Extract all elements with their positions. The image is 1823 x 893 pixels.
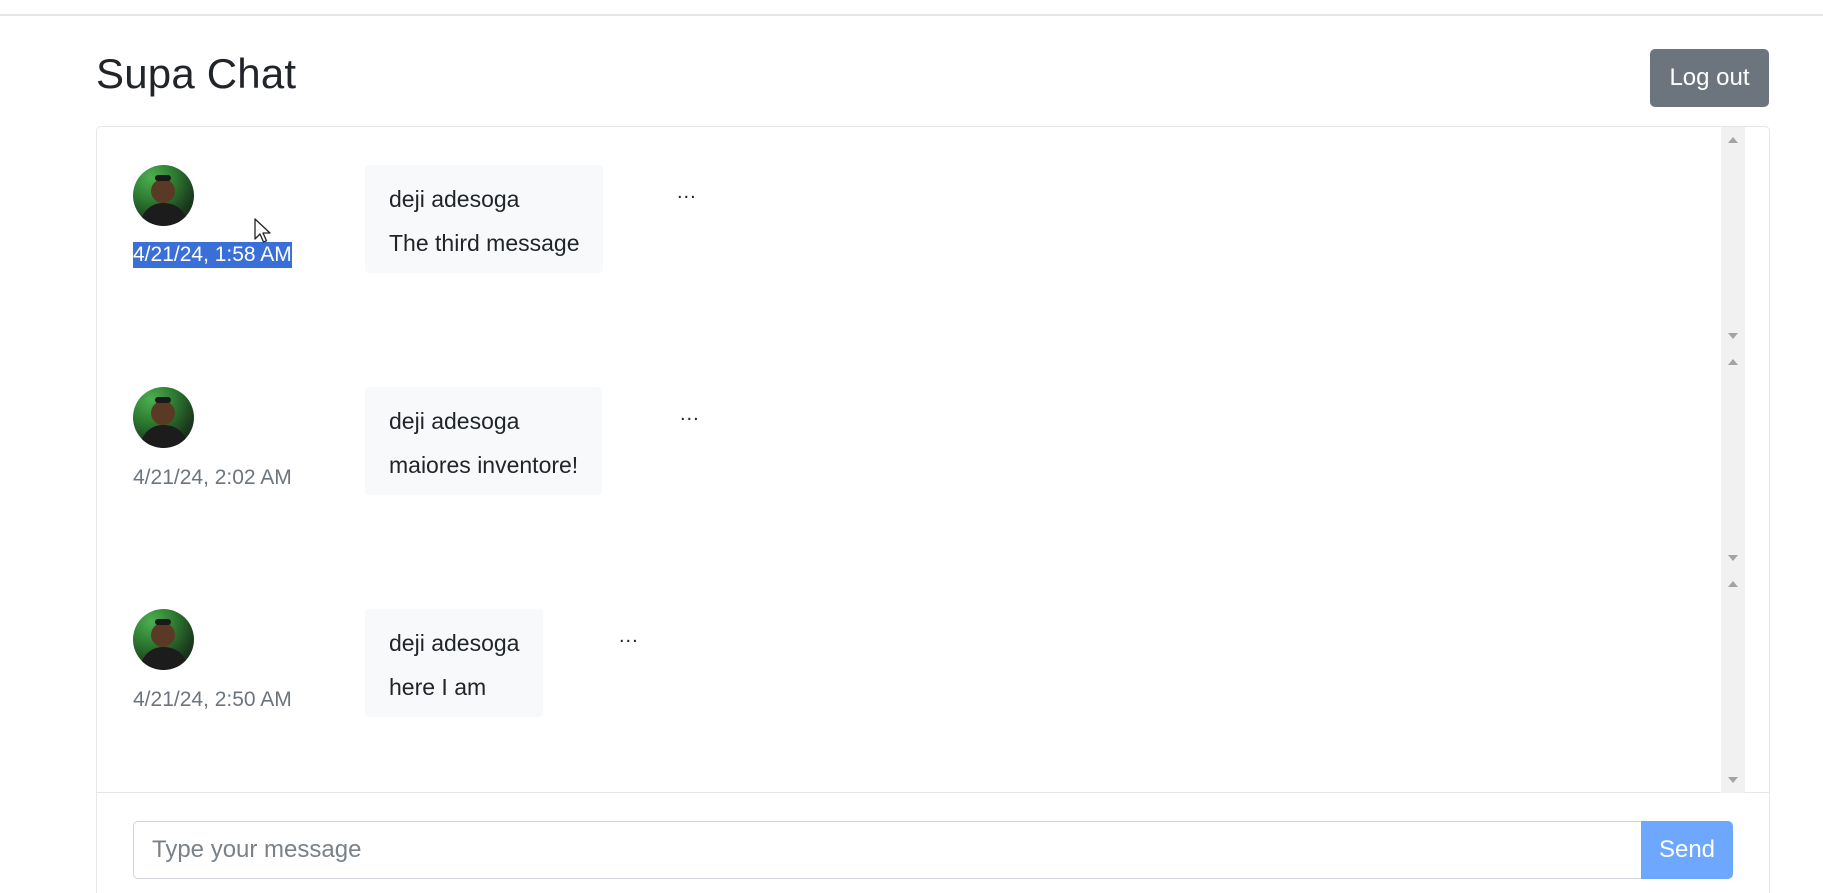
- message-author: deji adesoga: [389, 408, 520, 434]
- message-timestamp: 4/21/24, 2:02 AM: [133, 466, 292, 489]
- user-avatar: [133, 387, 194, 448]
- message-text: The third message: [389, 230, 580, 256]
- message-bubble: deji adesoga The third message: [365, 165, 604, 273]
- message-composer: Send: [133, 821, 1733, 879]
- scroll-down-arrow-icon[interactable]: [1728, 333, 1738, 339]
- message-timestamp: 4/21/24, 2:50 AM: [133, 688, 292, 711]
- message-bubble: deji adesoga maiores inventore!: [365, 387, 603, 495]
- scroll-up-arrow-icon[interactable]: [1728, 359, 1738, 365]
- avatar-portrait: [139, 619, 189, 670]
- ellipsis-icon[interactable]: ...: [619, 625, 639, 648]
- top-divider: [0, 0, 1823, 16]
- message-row: 4/21/24, 2:50 AM deji adesoga here I am …: [97, 571, 1745, 793]
- message-author: deji adesoga: [389, 186, 520, 212]
- message-scrollbar[interactable]: [1721, 349, 1745, 571]
- mouse-cursor-icon: [254, 218, 271, 243]
- message-list: 4/21/24, 1:58 AM deji adesoga The third …: [97, 127, 1769, 793]
- avatar-portrait: [139, 175, 189, 226]
- scroll-up-arrow-icon[interactable]: [1728, 581, 1738, 587]
- ellipsis-icon[interactable]: ...: [677, 181, 697, 204]
- scroll-up-arrow-icon[interactable]: [1728, 137, 1738, 143]
- ellipsis-icon[interactable]: ...: [680, 403, 700, 426]
- logout-button[interactable]: Log out: [1650, 49, 1769, 107]
- scroll-down-arrow-icon[interactable]: [1728, 555, 1738, 561]
- message-timestamp: 4/21/24, 1:58 AM: [133, 242, 292, 268]
- avatar-portrait: [139, 397, 189, 448]
- page-title: Supa Chat: [96, 50, 297, 97]
- message-input[interactable]: [133, 821, 1641, 879]
- message-scrollbar[interactable]: [1721, 571, 1745, 793]
- scroll-down-arrow-icon[interactable]: [1728, 777, 1738, 783]
- user-avatar: [133, 609, 194, 670]
- send-button[interactable]: Send: [1641, 821, 1733, 879]
- chat-card: 4/21/24, 1:58 AM deji adesoga The third …: [96, 126, 1770, 893]
- message-scrollbar[interactable]: [1721, 127, 1745, 349]
- message-row: 4/21/24, 1:58 AM deji adesoga The third …: [97, 127, 1745, 349]
- user-avatar: [133, 165, 194, 226]
- message-author: deji adesoga: [389, 630, 520, 656]
- message-bubble: deji adesoga here I am: [365, 609, 544, 717]
- message-text: here I am: [389, 674, 487, 700]
- message-row: 4/21/24, 2:02 AM deji adesoga maiores in…: [97, 349, 1745, 571]
- message-text: maiores inventore!: [389, 452, 579, 478]
